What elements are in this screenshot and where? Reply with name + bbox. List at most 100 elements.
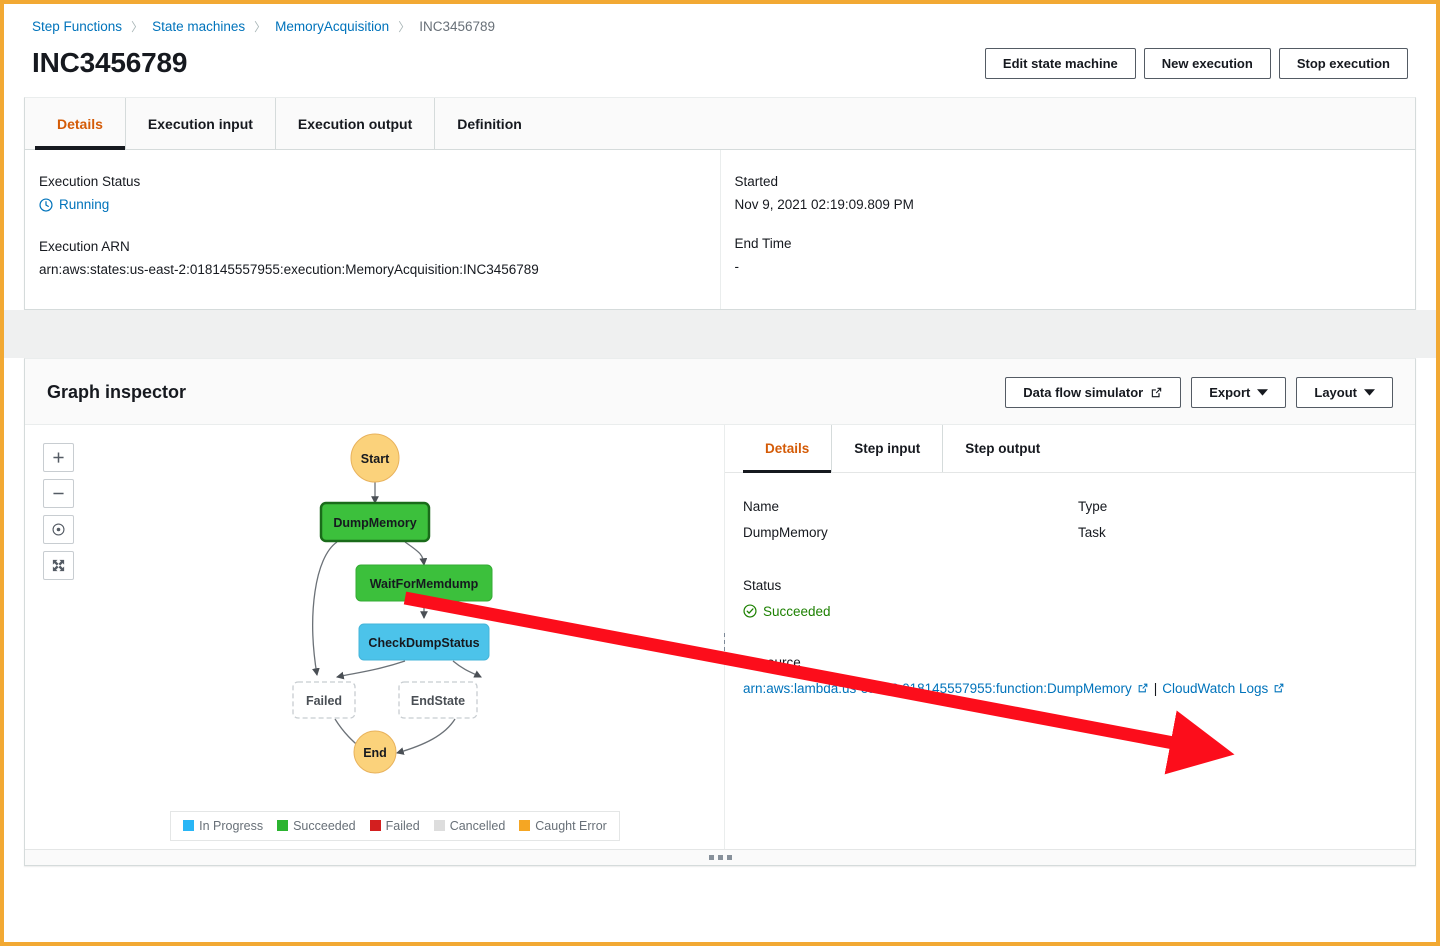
browser-page: Step Functions 〉 State machines 〉 Memory… [0,0,1440,946]
execution-detail-panel: Details Execution input Execution output… [24,97,1416,310]
execution-detail-right: Started Nov 9, 2021 02:19:09.809 PM End … [721,150,1416,309]
step-name-value: DumpMemory [743,524,828,540]
step-type-label: Type [1078,498,1108,514]
legend-label-cancelled: Cancelled [449,818,506,833]
data-flow-simulator-button[interactable]: Data flow simulator [1005,376,1182,408]
plus-icon [53,451,64,463]
graph-node-failed[interactable]: Failed [292,680,356,719]
graph-svg: Start DumpMemory WaitForMemdump CheckDum… [292,433,493,773]
legend-label-in-progress: In Progress [199,818,264,833]
graph-node-failed-label: Failed [306,694,342,708]
graph-zoom-controls [43,442,74,580]
breadcrumb-separator-icon: 〉 [398,20,411,34]
breadcrumb-item-current: INC3456789 [419,19,496,34]
legend-item-in-progress: In Progress [183,819,263,833]
tab-execution-output[interactable]: Execution output [276,98,436,149]
graph-node-checkdumpstatus-label: CheckDumpStatus [368,636,479,650]
step-resource-label: Resource [743,655,801,670]
graph-node-dumpmemory[interactable]: DumpMemory [319,501,431,542]
breadcrumb-separator-icon: 〉 [131,20,144,34]
graph-node-start-label: Start [361,452,390,466]
step-name-label: Name [743,498,780,514]
data-flow-simulator-label: Data flow simulator [1023,384,1144,400]
graph-node-start[interactable]: Start [350,433,400,482]
external-link-icon[interactable] [1137,682,1149,694]
graph-node-endstate[interactable]: EndState [398,680,478,719]
legend-label-caught-error: Caught Error [535,818,607,833]
check-circle-icon [743,604,757,618]
graph-node-end[interactable]: End [353,730,397,773]
graph-inspector-title: Graph inspector [47,381,187,402]
cloudwatch-logs-link[interactable]: CloudWatch Logs [1162,681,1268,696]
breadcrumb-item-state-machines[interactable]: State machines [152,19,245,34]
execution-status-label: Execution Status [39,174,141,189]
legend-swatch-cancelled [433,820,445,831]
new-execution-button[interactable]: New execution [1143,47,1271,79]
page-title: INC3456789 [32,47,188,78]
center-graph-button[interactable] [43,514,74,544]
execution-tabs: Details Execution input Execution output… [25,98,1415,150]
graph-inspector-body: Start DumpMemory WaitForMemdump CheckDum… [25,424,1415,865]
graph-legend: In Progress Succeeded Failed Cancelled C… [170,810,620,841]
breadcrumb-item-step-functions[interactable]: Step Functions [32,19,122,34]
legend-swatch-succeeded [277,820,289,831]
clock-icon [39,197,53,212]
target-icon [52,522,65,536]
expand-icon [52,559,65,571]
tab-details[interactable]: Details [35,98,126,150]
external-link-icon[interactable] [1273,682,1285,694]
step-status-label: Status [743,577,782,593]
breadcrumb: Step Functions 〉 State machines 〉 Memory… [4,4,1436,41]
step-name-cell: Name DumpMemory [743,499,1078,540]
legend-item-caught-error: Caught Error [519,819,607,833]
external-link-icon [1151,387,1162,397]
zoom-out-button[interactable] [43,478,74,508]
end-time-label: End Time [734,236,792,251]
execution-status-value: Running [39,197,720,215]
step-name-type-row: Name DumpMemory Type Task [743,499,1415,540]
resource-separator: | [1153,681,1158,696]
execution-detail-left: Execution Status Running Execution ARN a… [25,150,721,309]
legend-item-succeeded: Succeeded [277,819,356,833]
breadcrumb-item-memoryacquisition[interactable]: MemoryAcquisition [275,19,389,34]
tab-step-input[interactable]: Step input [832,424,944,472]
graph-node-checkdumpstatus[interactable]: CheckDumpStatus [358,623,490,660]
legend-swatch-failed [369,820,381,831]
tab-step-details[interactable]: Details [743,424,833,473]
legend-item-cancelled: Cancelled [433,818,506,833]
graph-node-waitformemdump[interactable]: WaitForMemdump [355,564,493,601]
graph-node-dumpmemory-label: DumpMemory [333,516,416,530]
tab-definition[interactable]: Definition [435,98,544,149]
resource-arn-link[interactable]: arn:aws:lambda:us-east-2:018145557955:fu… [743,681,1132,696]
step-type-cell: Type Task [1078,499,1415,540]
breadcrumb-separator-icon: 〉 [254,20,267,34]
step-detail-pane: Details Step input Step output Name Dump… [725,424,1415,865]
graph-inspector-panel: Graph inspector Data flow simulator Expo… [24,357,1416,866]
zoom-in-button[interactable] [43,442,74,472]
execution-arn-label: Execution ARN [39,238,130,254]
legend-label-failed: Failed [385,818,420,833]
graph-node-end-label: End [363,746,387,760]
edit-state-machine-button[interactable]: Edit state machine [984,47,1136,79]
export-button[interactable]: Export [1191,376,1287,408]
layout-button[interactable]: Layout [1296,376,1393,408]
header-actions: Edit state machine New execution Stop ex… [984,47,1408,79]
execution-status-text: Running [59,197,110,212]
chevron-down-icon [1364,389,1375,396]
tab-execution-input[interactable]: Execution input [126,98,276,149]
tab-step-output[interactable]: Step output [943,425,1062,472]
execution-detail-grid: Execution Status Running Execution ARN a… [25,150,1415,309]
fullscreen-button[interactable] [43,550,74,580]
state-machine-graph[interactable]: Start DumpMemory WaitForMemdump CheckDum… [25,424,725,865]
layout-label: Layout [1314,384,1357,400]
graph-resize-handle[interactable] [25,848,1415,865]
panel-gap [4,309,1436,358]
execution-arn-value: arn:aws:states:us-east-2:018145557955:ex… [39,261,539,277]
step-status-value: Succeeded [743,604,1415,622]
graph-node-endstate-label: EndState [411,694,465,708]
graph-node-waitformemdump-label: WaitForMemdump [370,577,479,591]
minus-icon [53,492,64,494]
legend-swatch-caught-error [519,820,531,831]
legend-label-succeeded: Succeeded [293,818,356,833]
stop-execution-button[interactable]: Stop execution [1278,47,1408,79]
